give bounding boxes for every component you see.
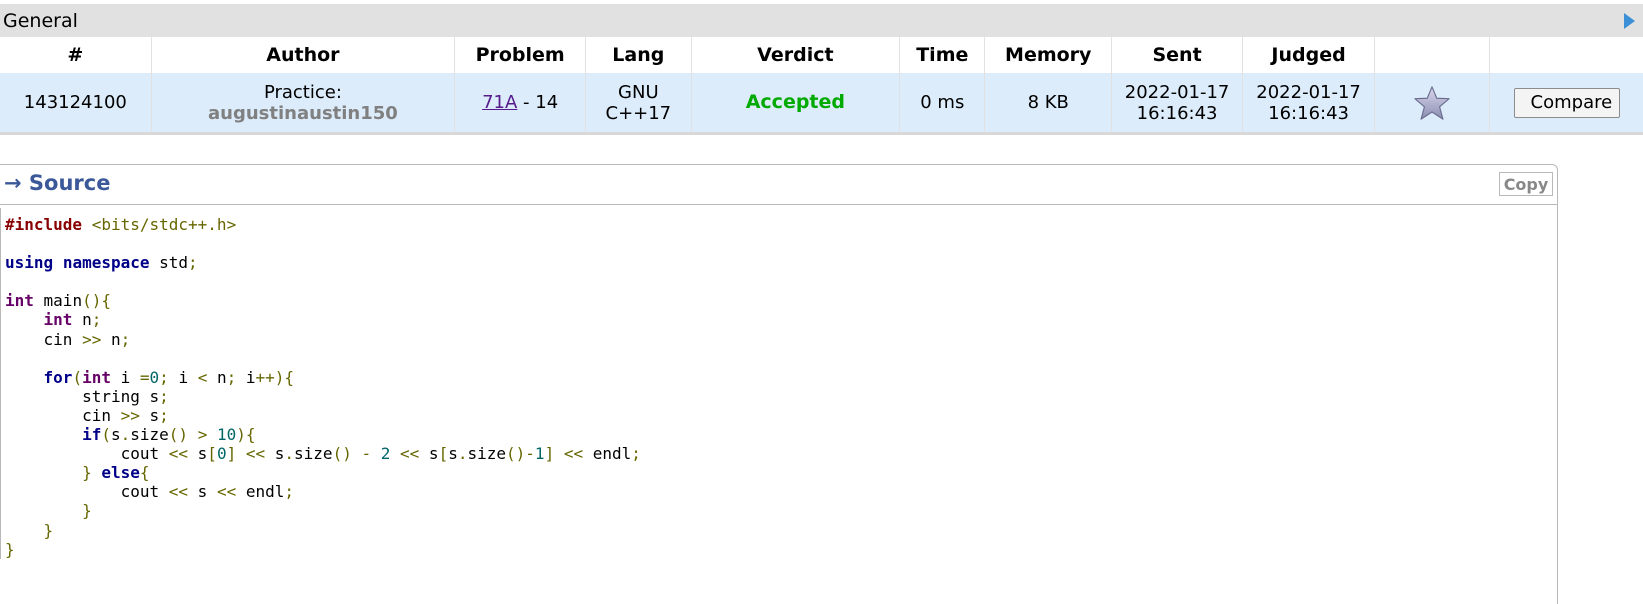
- time-cell: 0 ms: [899, 73, 986, 135]
- source-header: → Source Copy: [0, 165, 1557, 205]
- col-header-time: Time: [899, 37, 986, 73]
- source-title[interactable]: → Source: [4, 171, 110, 195]
- lang-line1: GNU: [618, 81, 659, 103]
- code-line: if(s.size() > 10){: [82, 425, 256, 445]
- expand-arrow-icon[interactable]: [1624, 13, 1635, 29]
- col-header-compare: [1489, 37, 1643, 73]
- compare-cell: Compare: [1489, 73, 1643, 135]
- compare-button[interactable]: Compare: [1513, 87, 1620, 118]
- col-header-sent: Sent: [1111, 37, 1244, 73]
- code-line: #include <bits/stdc++.h>: [5, 215, 237, 234]
- col-header-author: Author: [151, 37, 456, 73]
- star-icon[interactable]: [1413, 84, 1451, 122]
- code-line: using namespace std;: [5, 253, 198, 273]
- submission-table: # Author Problem Lang Verdict Time Memor…: [0, 37, 1643, 135]
- col-header-verdict: Verdict: [691, 37, 901, 73]
- code-line: string s;: [5, 386, 169, 406]
- col-header-id: #: [0, 37, 152, 73]
- general-title: General: [3, 10, 78, 32]
- copy-button[interactable]: Copy: [1499, 172, 1553, 196]
- code-line: cin >> s;: [5, 405, 169, 425]
- code-line: } else{: [82, 463, 150, 483]
- code-line: int main(){: [5, 291, 111, 311]
- lang-cell: GNU C++17: [585, 73, 692, 135]
- problem-link[interactable]: 71A: [482, 92, 517, 113]
- code-line: cout << s << endl;: [5, 482, 295, 502]
- code-line: int n;: [43, 310, 102, 330]
- col-header-problem: Problem: [454, 37, 587, 73]
- code-line: cin >> n;: [5, 329, 131, 349]
- lang-line2: C++17: [605, 102, 672, 124]
- sent-time: 16:16:43: [1136, 102, 1218, 124]
- author-handle[interactable]: augustinaustin150: [152, 103, 454, 124]
- author-cell: Practice: augustinaustin150: [151, 73, 456, 135]
- submission-id: 143124100: [0, 73, 152, 135]
- table-header-row: # Author Problem Lang Verdict Time Memor…: [0, 37, 1643, 73]
- col-header-memory: Memory: [984, 37, 1113, 73]
- code-line: }: [82, 501, 92, 521]
- judged-time: 16:16:43: [1268, 102, 1349, 124]
- memory-cell: 8 KB: [984, 73, 1113, 135]
- code-line: }: [43, 520, 54, 540]
- problem-cell: 71A - 14: [454, 73, 587, 135]
- col-header-lang: Lang: [585, 37, 692, 73]
- code-line: }: [5, 539, 15, 559]
- favourite-cell: [1374, 73, 1491, 135]
- verdict-status: Accepted: [745, 91, 846, 113]
- table-row: 143124100 Practice: augustinaustin150 71…: [0, 73, 1643, 135]
- judged-cell: 2022-01-17 16:16:43: [1242, 73, 1376, 135]
- general-header: General: [0, 4, 1643, 37]
- source-panel: → Source Copy #include <bits/stdc++.h> us…: [0, 164, 1558, 604]
- problem-suffix: - 14: [517, 92, 559, 113]
- judged-date: 2022-01-17: [1256, 81, 1361, 103]
- author-prefix: Practice:: [263, 81, 342, 103]
- col-header-favourite: [1374, 37, 1491, 73]
- source-code[interactable]: #include <bits/stdc++.h> using namespace …: [0, 208, 1557, 559]
- code-line: cout << s[0] << s.size() - 2 << s[s.size…: [5, 444, 641, 464]
- sent-cell: 2022-01-17 16:16:43: [1111, 73, 1244, 135]
- verdict-cell: Accepted: [691, 73, 901, 135]
- code-line: for(int i =0; i < n; i++){: [43, 367, 295, 387]
- sent-date: 2022-01-17: [1124, 81, 1230, 103]
- col-header-judged: Judged: [1242, 37, 1376, 73]
